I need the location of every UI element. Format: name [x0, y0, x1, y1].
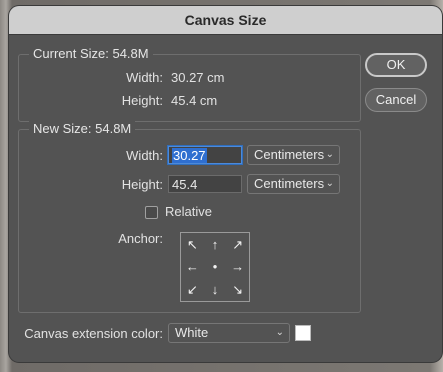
anchor-center-dot-icon[interactable]: ●: [204, 256, 227, 279]
new-width-label: Width:: [126, 148, 163, 163]
chevron-down-icon: ⌄: [275, 327, 284, 338]
chevron-down-icon: ⌄: [325, 149, 334, 160]
arrow-up-icon[interactable]: ↑: [204, 233, 227, 256]
anchor-grid: ↖ ↑ ↗ ← ● → ↙ ↓ ↘: [180, 232, 250, 302]
width-input-value: 30.27: [172, 148, 207, 163]
title-bar: Canvas Size: [9, 6, 442, 35]
height-input-value: 45.4: [172, 177, 198, 192]
relative-checkbox[interactable]: [145, 206, 158, 219]
arrow-down-left-icon[interactable]: ↙: [181, 278, 204, 301]
current-size-legend: Current Size: 54.8M: [29, 46, 153, 61]
arrow-down-right-icon[interactable]: ↘: [226, 278, 249, 301]
arrow-left-icon[interactable]: ←: [181, 256, 204, 279]
current-width-label: Width:: [126, 70, 163, 85]
height-input[interactable]: 45.4: [168, 175, 242, 193]
extension-color-label: Canvas extension color:: [24, 326, 163, 341]
current-width-value: 30.27 cm: [171, 70, 225, 85]
cancel-button[interactable]: Cancel: [365, 88, 427, 112]
extension-color-select[interactable]: White ⌄: [168, 323, 290, 343]
canvas-size-dialog: Canvas Size Current Size: 54.8M Width: 3…: [9, 6, 442, 362]
arrow-up-left-icon[interactable]: ↖: [181, 233, 204, 256]
new-size-legend: New Size: 54.8M: [29, 121, 136, 136]
arrow-up-right-icon[interactable]: ↗: [226, 233, 249, 256]
current-height-label: Height:: [121, 93, 163, 108]
new-height-label: Height:: [121, 177, 163, 192]
height-unit-value: Centimeters: [254, 176, 325, 191]
ok-button[interactable]: OK: [365, 53, 427, 77]
width-unit-value: Centimeters: [254, 147, 325, 162]
extension-color-swatch[interactable]: [295, 325, 311, 341]
current-size-group: Current Size: 54.8M: [18, 46, 361, 122]
anchor-label: Anchor:: [118, 231, 163, 246]
current-height-value: 45.4 cm: [171, 93, 218, 108]
width-input[interactable]: 30.27: [168, 146, 242, 164]
arrow-down-icon[interactable]: ↓: [204, 278, 227, 301]
dialog-title: Canvas Size: [184, 12, 267, 28]
relative-label: Relative: [165, 204, 212, 219]
arrow-right-icon[interactable]: →: [226, 256, 249, 279]
extension-color-value: White: [175, 325, 209, 340]
chevron-down-icon: ⌄: [325, 178, 334, 189]
width-unit-select[interactable]: Centimeters ⌄: [247, 145, 340, 165]
height-unit-select[interactable]: Centimeters ⌄: [247, 174, 340, 194]
